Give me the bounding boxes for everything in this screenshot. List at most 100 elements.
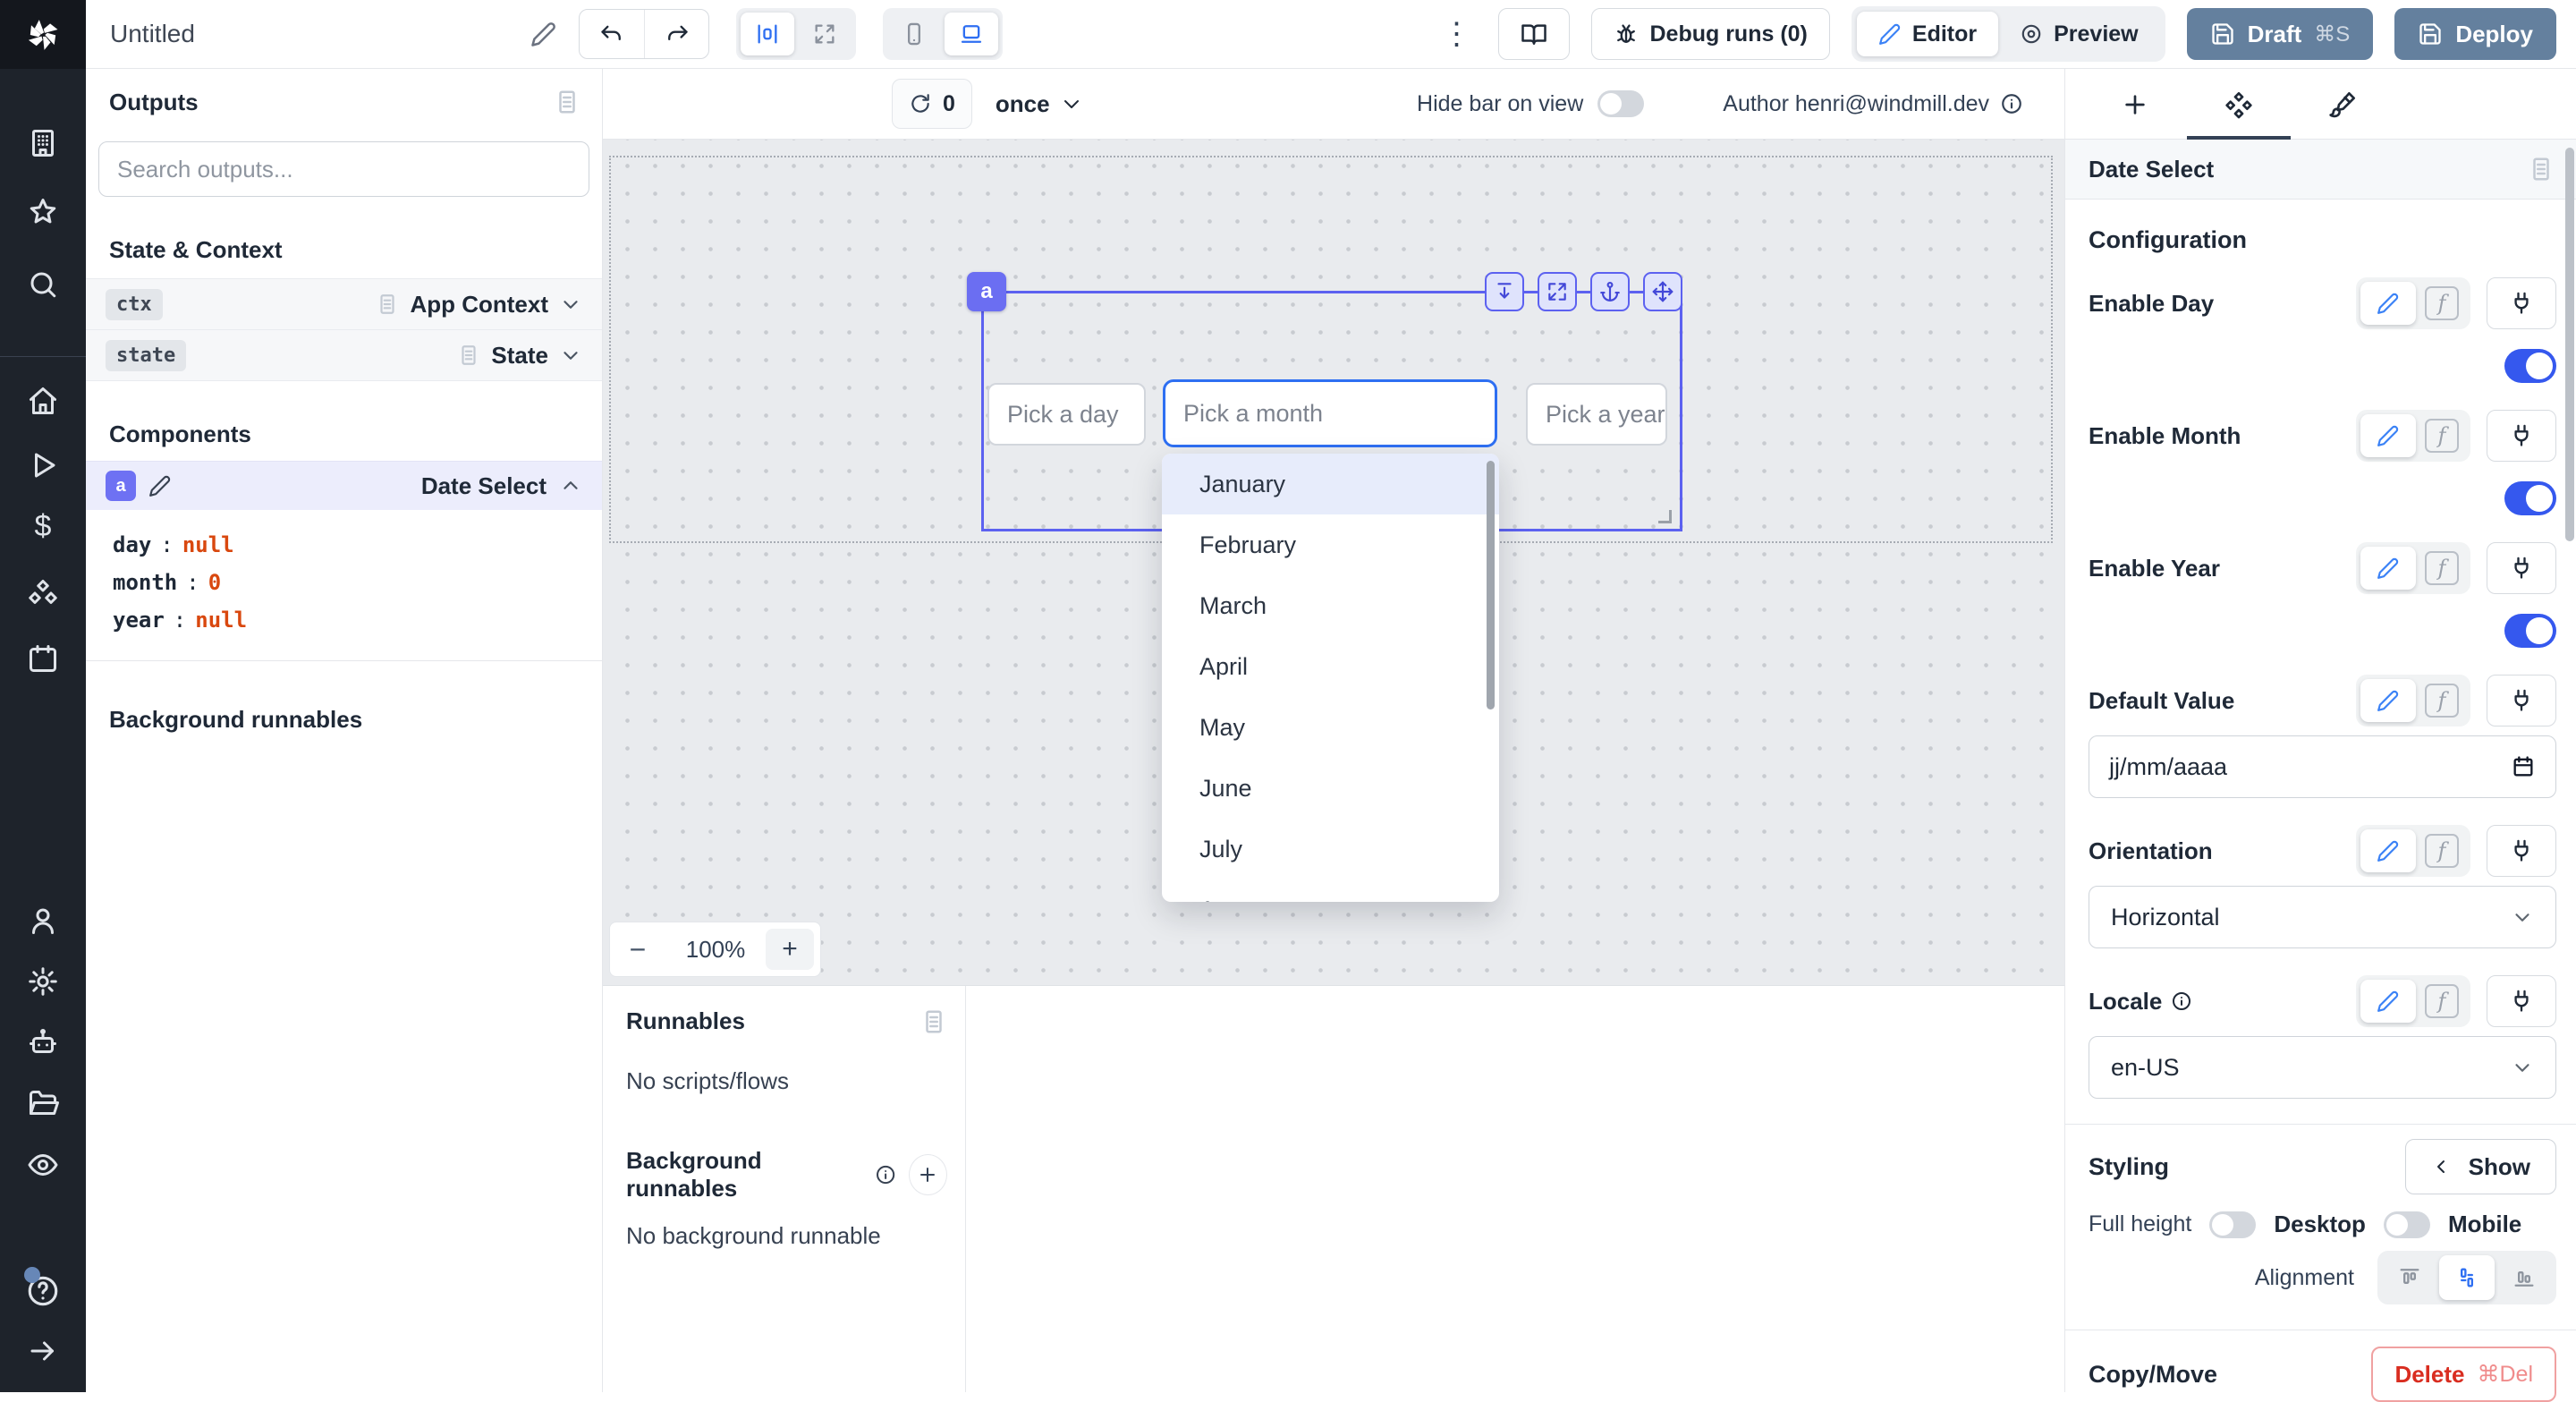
connect-input-button[interactable] — [2487, 410, 2556, 462]
year-select-input[interactable]: Pick a year — [1526, 383, 1667, 446]
redo-button[interactable] — [644, 10, 708, 58]
static-editor-button[interactable] — [2360, 414, 2416, 457]
sidebar-item-settings[interactable] — [0, 965, 86, 998]
sidebar-item-runs[interactable] — [0, 449, 86, 481]
component-anchor-button[interactable] — [1590, 272, 1630, 311]
output-row-state[interactable]: state State — [86, 330, 602, 381]
more-options-button[interactable]: ⋮ — [1436, 19, 1477, 49]
month-option-june[interactable]: June — [1162, 758, 1499, 819]
tab-editor[interactable]: Editor — [1857, 12, 1998, 56]
connect-input-button[interactable] — [2487, 825, 2556, 877]
center-canvas-button[interactable] — [741, 13, 794, 55]
add-background-runnable-button[interactable] — [909, 1154, 947, 1195]
component-row-date-select[interactable]: a Date Select — [86, 461, 602, 510]
desktop-toggle[interactable] — [2384, 1211, 2430, 1238]
calendar-icon[interactable] — [2511, 754, 2536, 779]
search-outputs-input[interactable] — [98, 141, 589, 197]
info-icon[interactable] — [875, 1163, 896, 1186]
tab-insert-component[interactable] — [2083, 69, 2187, 140]
connect-input-button[interactable] — [2487, 975, 2556, 1027]
mobile-view-button[interactable] — [887, 13, 941, 55]
panel-doc-icon[interactable] — [554, 89, 580, 115]
orientation-select[interactable]: Horizontal — [2089, 886, 2556, 948]
debug-runs-button[interactable]: Debug runs (0) — [1591, 8, 1829, 60]
info-icon[interactable] — [2171, 990, 2192, 1012]
align-bottom-button[interactable] — [2496, 1255, 2552, 1300]
day-select-input[interactable]: Pick a day — [987, 383, 1146, 446]
month-option-august[interactable]: August — [1162, 879, 1499, 902]
sidebar-item-resources[interactable] — [0, 577, 86, 609]
sidebar-item-folders[interactable] — [0, 1088, 86, 1120]
sidebar-item-favorites[interactable] — [0, 196, 86, 228]
refresh-counter-button[interactable]: 0 — [892, 79, 972, 129]
month-option-march[interactable]: March — [1162, 575, 1499, 636]
rename-component-button[interactable] — [148, 474, 172, 497]
fx-editor-button[interactable]: f — [2425, 419, 2459, 453]
output-prop-day[interactable]: day:null — [113, 526, 602, 564]
component-expand-down-button[interactable] — [1485, 272, 1524, 311]
month-option-july[interactable]: July — [1162, 819, 1499, 879]
sidebar-item-workers[interactable] — [0, 1026, 86, 1058]
static-editor-button[interactable] — [2360, 679, 2416, 722]
enable-month-toggle[interactable] — [2504, 481, 2556, 515]
zoom-out-button[interactable]: − — [610, 933, 665, 966]
sidebar-item-schedules[interactable] — [0, 642, 86, 675]
sidebar-item-search[interactable] — [0, 268, 86, 301]
fx-editor-button[interactable]: f — [2425, 834, 2459, 868]
output-prop-month[interactable]: month:0 — [113, 564, 602, 601]
tab-component-settings[interactable] — [2187, 69, 2291, 140]
desktop-view-button[interactable] — [945, 13, 998, 55]
panel-doc-icon[interactable] — [920, 1008, 947, 1035]
refresh-mode-dropdown[interactable]: once — [996, 90, 1082, 118]
component-fullscreen-button[interactable] — [1538, 272, 1577, 311]
info-icon[interactable] — [2000, 92, 2023, 115]
static-editor-button[interactable] — [2360, 547, 2416, 590]
sidebar-item-help[interactable] — [0, 1274, 86, 1308]
zoom-in-button[interactable]: + — [766, 929, 814, 970]
tab-styling[interactable] — [2291, 69, 2394, 140]
sidebar-item-workspace[interactable] — [0, 127, 86, 159]
docs-button[interactable] — [1498, 8, 1570, 60]
month-option-january[interactable]: January — [1162, 454, 1499, 514]
connect-input-button[interactable] — [2487, 675, 2556, 726]
static-editor-button[interactable] — [2360, 980, 2416, 1023]
full-height-toggle[interactable] — [2209, 1211, 2256, 1238]
sidebar-item-variables[interactable]: $ — [0, 510, 86, 542]
enable-day-toggle[interactable] — [2504, 349, 2556, 383]
rename-app-button[interactable] — [530, 21, 557, 47]
align-center-button[interactable] — [2439, 1255, 2495, 1300]
deploy-button[interactable]: Deploy — [2394, 8, 2556, 60]
month-option-april[interactable]: April — [1162, 636, 1499, 697]
app-canvas[interactable]: a Pick a day Pick a month — [603, 140, 2064, 986]
sidebar-item-users[interactable] — [0, 905, 86, 937]
tab-preview[interactable]: Preview — [1998, 12, 2160, 56]
undo-button[interactable] — [580, 10, 644, 58]
draft-button[interactable]: Draft ⌘S — [2187, 8, 2374, 60]
windmill-logo[interactable] — [0, 0, 86, 69]
output-row-ctx[interactable]: ctx App Context — [86, 279, 602, 330]
static-editor-button[interactable] — [2360, 282, 2416, 325]
connect-input-button[interactable] — [2487, 277, 2556, 329]
settings-scrollbar[interactable] — [2565, 148, 2574, 541]
panel-doc-icon[interactable] — [2528, 156, 2555, 183]
styling-show-button[interactable]: Show — [2405, 1139, 2556, 1194]
month-option-may[interactable]: May — [1162, 697, 1499, 758]
output-prop-year[interactable]: year:null — [113, 601, 602, 639]
fx-editor-button[interactable]: f — [2425, 684, 2459, 718]
month-select-input[interactable]: Pick a month — [1163, 379, 1497, 447]
default-value-date-input[interactable]: jj/mm/aaaa — [2089, 735, 2556, 798]
enable-year-toggle[interactable] — [2504, 614, 2556, 648]
dropdown-scrollbar[interactable] — [1487, 461, 1495, 709]
hide-bar-toggle[interactable] — [1597, 90, 1644, 117]
sidebar-collapse-button[interactable] — [0, 1335, 86, 1367]
fullwidth-canvas-button[interactable] — [798, 13, 852, 55]
delete-component-button[interactable]: Delete ⌘Del — [2371, 1347, 2556, 1402]
connect-input-button[interactable] — [2487, 542, 2556, 594]
month-option-february[interactable]: February — [1162, 514, 1499, 575]
static-editor-button[interactable] — [2360, 829, 2416, 872]
align-top-button[interactable] — [2382, 1255, 2437, 1300]
fx-editor-button[interactable]: f — [2425, 551, 2459, 585]
fx-editor-button[interactable]: f — [2425, 984, 2459, 1018]
locale-select[interactable]: en-US — [2089, 1036, 2556, 1099]
sidebar-item-audit[interactable] — [0, 1149, 86, 1181]
